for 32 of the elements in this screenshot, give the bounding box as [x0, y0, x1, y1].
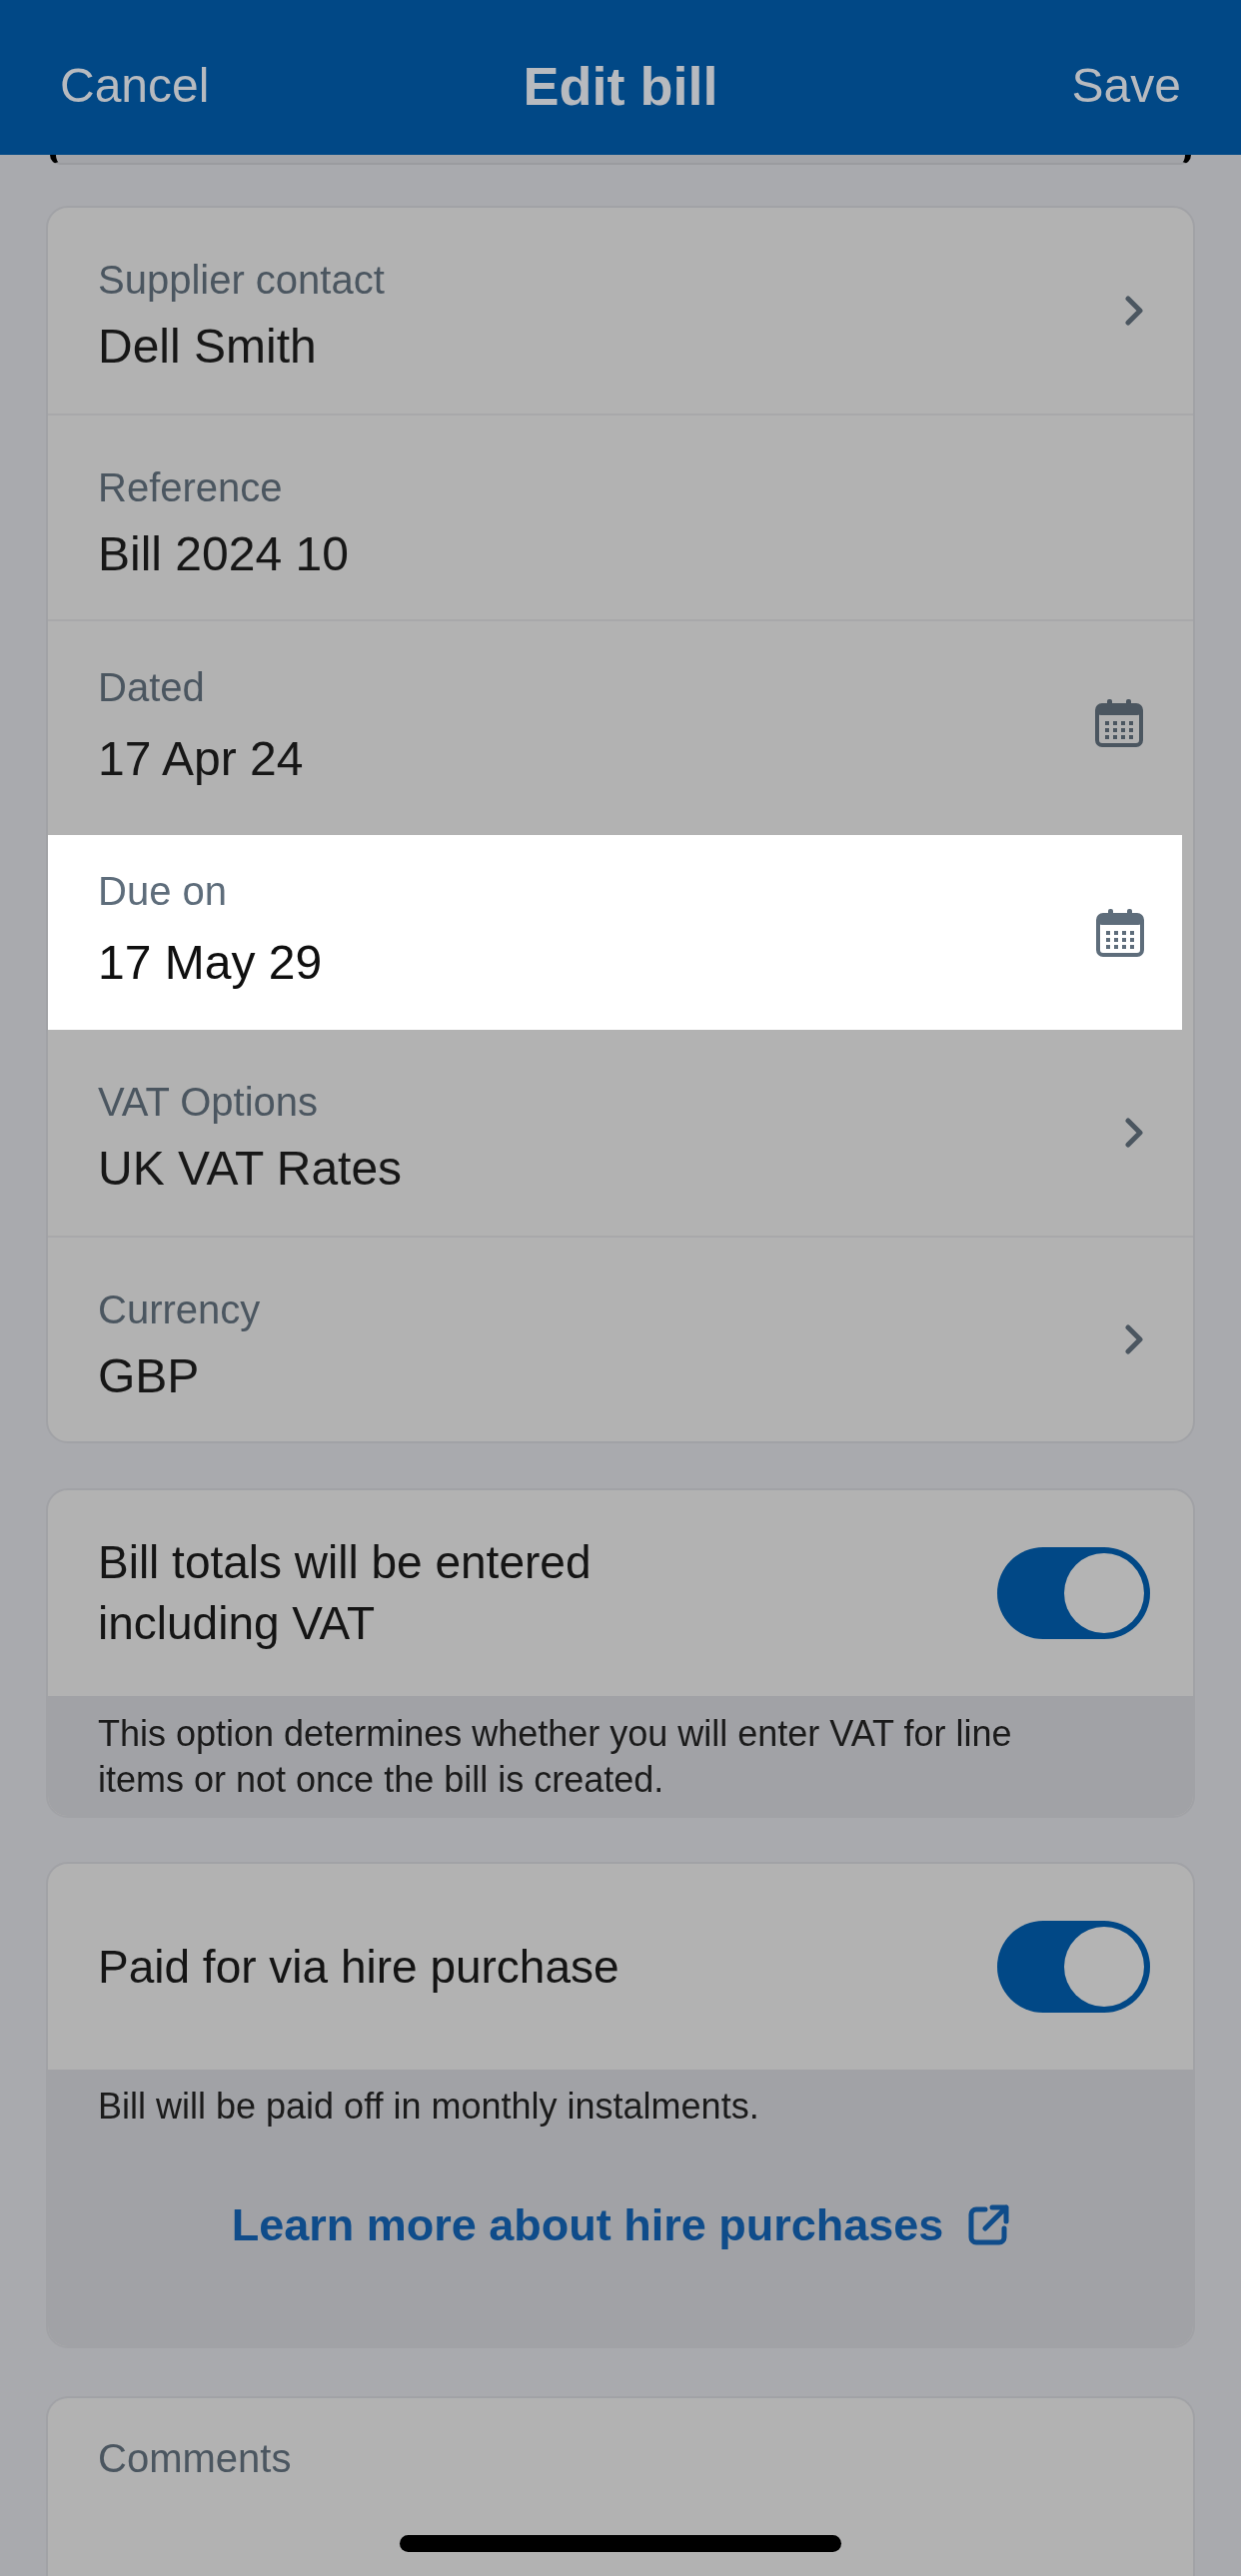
field-value: 17 May 29	[98, 935, 323, 991]
comments-label: Comments	[98, 2435, 293, 2482]
setting-description: Bill will be paid off in monthly instalments.	[98, 2085, 760, 2129]
field-label: Dated	[98, 664, 206, 711]
field-value: Dell Smith	[98, 319, 318, 375]
chevron-right-icon	[1125, 1118, 1143, 1148]
form-row[interactable]: Due on 17 May 29	[48, 835, 1182, 1030]
form-row[interactable]: VAT Options UK VAT Rates	[48, 1030, 1193, 1236]
form-row[interactable]: Currency GBP	[48, 1236, 1193, 1441]
field-value: UK VAT Rates	[98, 1141, 403, 1197]
field-label: VAT Options	[98, 1079, 320, 1126]
save-button[interactable]: Save	[1071, 56, 1181, 115]
field-value: 17 Apr 24	[98, 731, 304, 787]
screen-title: Edit bill	[523, 54, 718, 118]
field-label: Due on	[98, 868, 228, 915]
calendar-icon	[1095, 699, 1143, 747]
cancel-button[interactable]: Cancel	[60, 56, 210, 115]
form-row[interactable]: Dated 17 Apr 24	[48, 619, 1193, 825]
field-label: Currency	[98, 1287, 261, 1333]
external-link-icon	[967, 2204, 1010, 2246]
setting-label: Bill totals will be entered including VAT	[98, 1535, 593, 1651]
chevron-right-icon	[1125, 296, 1143, 326]
form-row[interactable]: Reference Bill 2024 10	[48, 414, 1193, 619]
field-value: Bill 2024 10	[98, 526, 349, 582]
field-label: Supplier contact	[98, 257, 385, 304]
calendar-icon	[1096, 908, 1144, 957]
field-value: GBP	[98, 1348, 201, 1404]
setting-label: Paid for via hire purchase	[98, 1939, 620, 1995]
form-row[interactable]: Supplier contact Dell Smith	[48, 208, 1193, 414]
chevron-right-icon	[1125, 1324, 1143, 1354]
setting-description: This option determines whether you will enter VAT for line items or not once the bill is created.	[98, 1712, 1013, 1802]
field-label: Reference	[98, 464, 284, 511]
